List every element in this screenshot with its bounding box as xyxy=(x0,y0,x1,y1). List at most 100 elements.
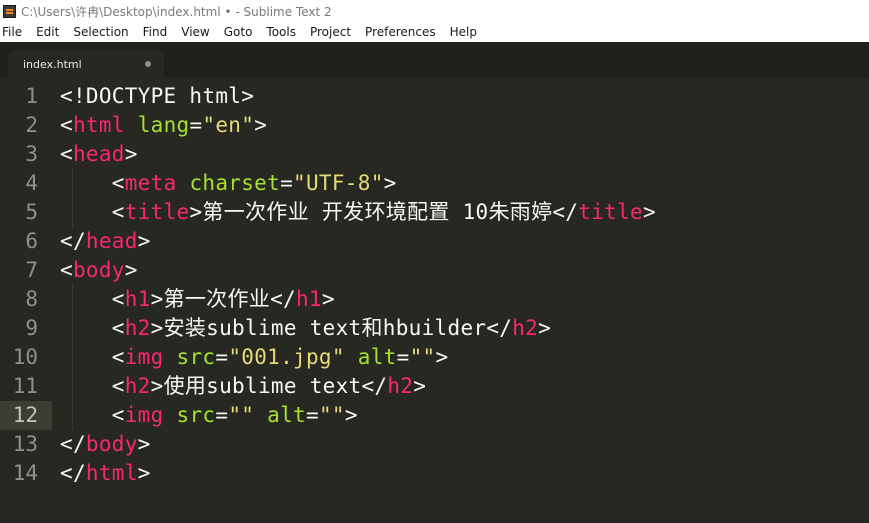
menu-view[interactable]: View xyxy=(181,25,209,39)
menu-tools[interactable]: Tools xyxy=(266,25,296,39)
code-line[interactable]: 1 <!DOCTYPE html> xyxy=(0,82,869,111)
code-token: "" xyxy=(409,345,436,369)
code-token: <!DOCTYPE html> xyxy=(60,84,255,108)
code-line[interactable]: 11 <h2>使用sublime text</h2> xyxy=(0,372,869,401)
code-line[interactable]: 13 </body> xyxy=(0,430,869,459)
menu-selection[interactable]: Selection xyxy=(73,25,128,39)
code-line[interactable]: 9 <h2>安装sublime text和hbuilder</h2> xyxy=(0,314,869,343)
code-token: > xyxy=(538,316,552,340)
code-token: < xyxy=(111,345,125,369)
code-token: title xyxy=(124,200,190,224)
code-token: < xyxy=(111,374,125,398)
line-number: 14 xyxy=(12,461,38,485)
menu-goto[interactable]: Goto xyxy=(224,25,253,39)
code-token: src xyxy=(176,403,216,427)
code-token: lang xyxy=(137,113,190,137)
code-token: "en" xyxy=(202,113,255,137)
line-number: 13 xyxy=(12,432,38,456)
code-token: html xyxy=(85,461,138,485)
line-number: 3 xyxy=(25,142,38,166)
menu-file[interactable]: File xyxy=(2,25,22,39)
code-token: html xyxy=(72,113,125,137)
code-line[interactable]: 8 <h1>第一次作业</h1> xyxy=(0,285,869,314)
code-token: h2 xyxy=(124,374,151,398)
window-title: C:\Users\许冉\Desktop\index.html • - Subli… xyxy=(21,4,332,19)
code-token: "UTF-8" xyxy=(293,171,384,195)
code-token: > xyxy=(137,229,151,253)
menu-find[interactable]: Find xyxy=(143,25,168,39)
code-token: = xyxy=(306,403,319,427)
code-token: > xyxy=(124,258,138,282)
code-line[interactable]: 10 <img src="001.jpg" alt=""> xyxy=(0,343,869,372)
code-token: = xyxy=(215,403,229,427)
code-token: </ xyxy=(60,432,86,456)
tab-label: index.html xyxy=(23,57,82,71)
code-token: < xyxy=(111,403,125,427)
menu-bar: File Edit Selection Find View Goto Tools… xyxy=(0,22,869,42)
code-token: </ xyxy=(60,461,86,485)
unsaved-dot-icon[interactable] xyxy=(145,61,151,67)
line-number: 9 xyxy=(25,316,38,340)
line-number: 5 xyxy=(25,200,38,224)
code-token: "" xyxy=(318,403,345,427)
menu-project[interactable]: Project xyxy=(310,25,351,39)
code-token: = xyxy=(189,113,203,137)
code-token: alt xyxy=(357,345,397,369)
code-token: >第一次作业</ xyxy=(150,287,296,311)
code-line[interactable]: 14 </html> xyxy=(0,459,869,488)
code-token: >使用sublime text</ xyxy=(150,374,388,398)
code-line[interactable]: 2 <html lang="en"> xyxy=(0,111,869,140)
line-number: 2 xyxy=(25,113,38,137)
code-token: head xyxy=(85,229,138,253)
code-token: > xyxy=(642,200,656,224)
code-token: h2 xyxy=(387,374,414,398)
line-number: 11 xyxy=(12,374,38,398)
code-line[interactable]: 12 <img src="" alt=""> xyxy=(0,401,869,430)
code-token: meta xyxy=(124,171,177,195)
code-token: alt xyxy=(267,403,307,427)
code-token: < xyxy=(111,287,125,311)
menu-edit[interactable]: Edit xyxy=(36,25,59,39)
code-text: <h2>安装sublime text和hbuilder</h2> xyxy=(60,314,551,343)
code-text: <meta charset="UTF-8"> xyxy=(60,169,397,198)
line-number: 6 xyxy=(25,229,38,253)
code-text: <h2>使用sublime text</h2> xyxy=(60,372,426,401)
code-token: > xyxy=(321,287,335,311)
line-number: 4 xyxy=(25,171,38,195)
code-line[interactable]: 7 <body> xyxy=(0,256,869,285)
code-editor[interactable]: 1 <!DOCTYPE html> 2 <html lang="en"> 3 <head>… xyxy=(0,78,869,523)
code-text: <img src="" alt=""> xyxy=(60,401,358,430)
code-token: > xyxy=(344,403,358,427)
sublime-app-icon[interactable] xyxy=(3,4,16,18)
line-number: 8 xyxy=(25,287,38,311)
code-line[interactable]: 6 </head> xyxy=(0,227,869,256)
code-token: h2 xyxy=(512,316,539,340)
code-line[interactable]: 3 <head> xyxy=(0,140,869,169)
code-token: body xyxy=(85,432,138,456)
code-line[interactable]: 4 <meta charset="UTF-8"> xyxy=(0,169,869,198)
code-token: h2 xyxy=(124,316,151,340)
indent-guide xyxy=(72,285,73,430)
menu-preferences[interactable]: Preferences xyxy=(365,25,436,39)
code-token: h1 xyxy=(124,287,151,311)
code-token: = xyxy=(280,171,294,195)
menu-help[interactable]: Help xyxy=(450,25,477,39)
code-token: < xyxy=(111,171,125,195)
code-token: "" xyxy=(228,403,255,427)
code-token: >第一次作业 开发环境配置 10朱雨婷</ xyxy=(189,200,579,224)
tab-bar: index.html xyxy=(0,42,869,78)
code-line[interactable]: 5 <title>第一次作业 开发环境配置 10朱雨婷</title> xyxy=(0,198,869,227)
code-text: <img src="001.jpg" alt=""> xyxy=(60,343,448,372)
code-token: > xyxy=(137,432,151,456)
code-text: <body> xyxy=(60,256,138,285)
code-token: </ xyxy=(60,229,86,253)
tab-index-html[interactable]: index.html xyxy=(8,50,164,78)
code-token: < xyxy=(111,200,125,224)
code-token: body xyxy=(72,258,125,282)
